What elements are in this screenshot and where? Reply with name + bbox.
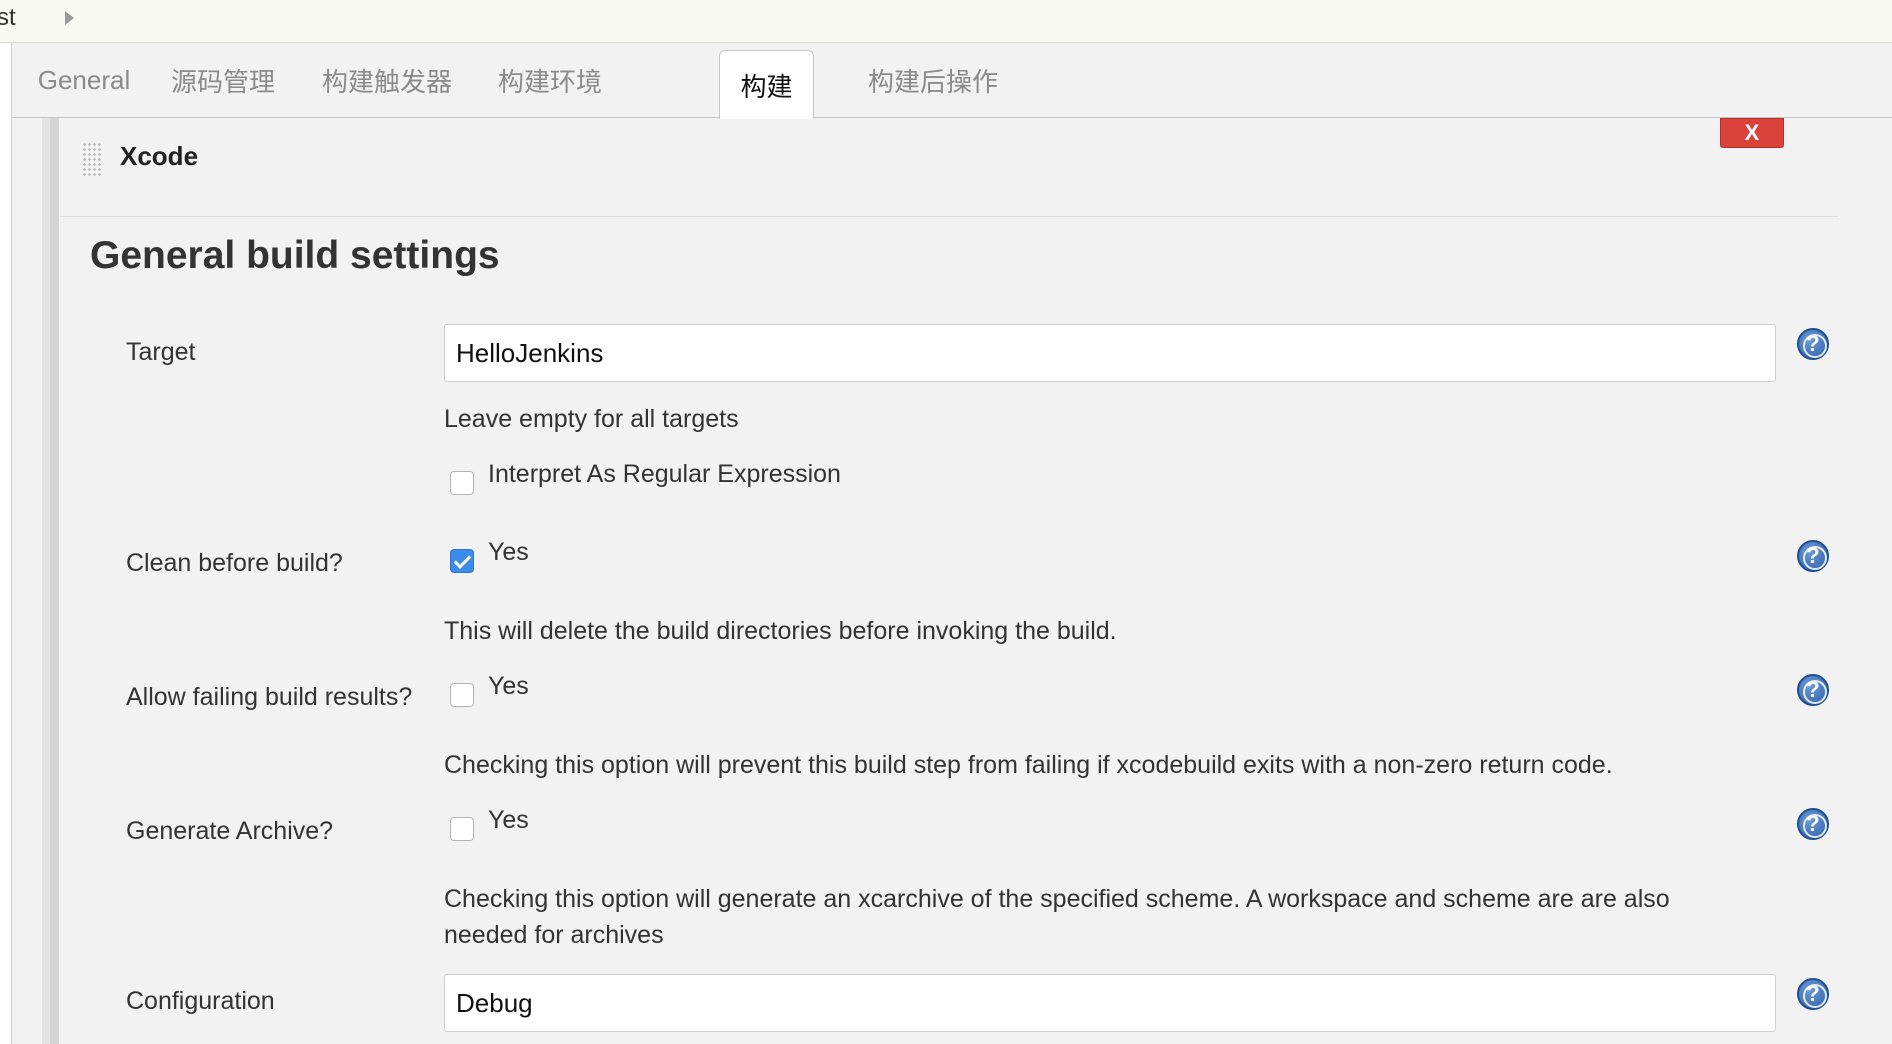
breadcrumb: st: [0, 0, 1892, 43]
section-edge-inner: [50, 118, 59, 1044]
target-help-icon[interactable]: ?: [1797, 328, 1829, 360]
drag-handle-icon[interactable]: [82, 142, 102, 176]
archive-hint: Checking this option will generate an xc…: [444, 885, 1670, 949]
allow-failing-label: Allow failing build results?: [126, 683, 413, 711]
allow-failing-help-icon[interactable]: ?: [1797, 674, 1829, 706]
target-label: Target: [126, 338, 196, 366]
tab-general[interactable]: General: [32, 43, 136, 118]
left-frame: [0, 43, 12, 1044]
regex-checkbox-label[interactable]: Interpret As Regular Expression: [488, 460, 841, 489]
target-input[interactable]: [444, 324, 1776, 382]
tab-post-build-actions[interactable]: 构建后操作: [850, 43, 1016, 118]
target-hint: Leave empty for all targets: [444, 405, 739, 433]
allow-failing-hint: Checking this option will prevent this b…: [444, 751, 1613, 779]
archive-option-label[interactable]: Yes: [488, 806, 529, 835]
clean-hint: This will delete the build directories b…: [444, 617, 1117, 645]
tab-build[interactable]: 构建: [719, 50, 814, 119]
tab-build-environment[interactable]: 构建环境: [486, 43, 614, 118]
builder-title: Xcode: [120, 141, 199, 171]
section-edge: [42, 118, 50, 1044]
tab-build-triggers[interactable]: 构建触发器: [310, 43, 464, 118]
configuration-label: Configuration: [126, 987, 275, 1015]
configuration-input[interactable]: [444, 974, 1776, 1032]
clean-label: Clean before build?: [126, 549, 343, 577]
breadcrumb-arrow-icon[interactable]: [65, 11, 74, 25]
regex-checkbox[interactable]: [450, 471, 474, 495]
allow-failing-option-label[interactable]: Yes: [488, 672, 529, 701]
archive-label: Generate Archive?: [126, 817, 334, 845]
configuration-help-icon[interactable]: ?: [1797, 978, 1829, 1010]
archive-checkbox[interactable]: [450, 817, 474, 841]
breadcrumb-item[interactable]: st: [0, 4, 16, 32]
delete-builder-button[interactable]: X: [1720, 118, 1784, 148]
tab-source-management[interactable]: 源码管理: [160, 43, 286, 118]
archive-help-icon[interactable]: ?: [1797, 808, 1829, 840]
clean-option-label[interactable]: Yes: [488, 538, 529, 567]
clean-help-icon[interactable]: ?: [1797, 540, 1829, 572]
section-heading: General build settings: [90, 234, 500, 277]
allow-failing-checkbox[interactable]: [450, 683, 474, 707]
divider: [60, 216, 1838, 217]
clean-checkbox[interactable]: [450, 549, 474, 573]
config-tab-bar: General 源码管理 构建触发器 构建环境 构建 构建后操作: [12, 43, 1892, 119]
